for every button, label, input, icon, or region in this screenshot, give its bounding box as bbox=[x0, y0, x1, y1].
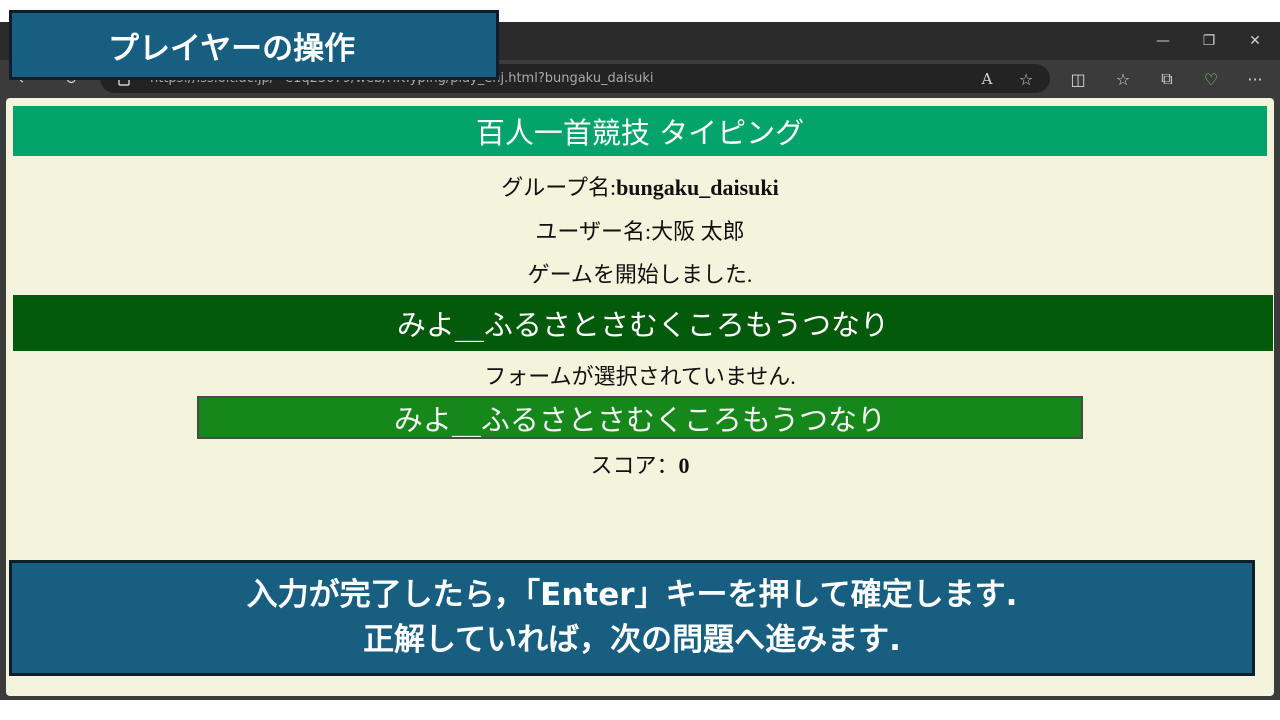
score-value: 0 bbox=[678, 453, 690, 478]
app-title: 百人一首競技 タイピング bbox=[13, 106, 1267, 156]
read-aloud-icon: A bbox=[981, 70, 993, 88]
score-line: スコア：0 bbox=[13, 448, 1267, 480]
close-button[interactable]: ✕ bbox=[1232, 22, 1278, 60]
group-label: グループ名: bbox=[501, 175, 617, 200]
user-label: ユーザー名: bbox=[535, 219, 652, 244]
form-status: フォームが選択されていません. bbox=[484, 364, 796, 389]
more-button[interactable]: ··· bbox=[1239, 60, 1271, 98]
favorites-button[interactable]: ☆ bbox=[1107, 60, 1139, 98]
minimize-button[interactable]: — bbox=[1140, 22, 1186, 60]
answer-input[interactable] bbox=[197, 396, 1083, 439]
collections-icon: ⧉ bbox=[1161, 69, 1173, 88]
more-icon: ··· bbox=[1247, 69, 1263, 89]
heart-pulse-icon: ♡ bbox=[1203, 69, 1219, 89]
split-screen-icon: ◫ bbox=[1070, 69, 1086, 89]
group-name: bungaku_daisuki bbox=[616, 175, 779, 200]
collections-button[interactable]: ⧉ bbox=[1151, 60, 1183, 98]
instruction-line-1: 入力が完了したら，「Enter」キーを押して確定します. bbox=[246, 577, 1018, 613]
restore-icon: ❐ bbox=[1202, 33, 1216, 49]
close-icon: ✕ bbox=[1249, 33, 1261, 49]
minimize-icon: — bbox=[1156, 33, 1170, 49]
browser-essentials-button[interactable]: ♡ bbox=[1195, 60, 1227, 98]
score-label: スコア： bbox=[590, 453, 679, 478]
favorite-button[interactable]: ☆ bbox=[1010, 60, 1042, 98]
favorites-list-icon: ☆ bbox=[1115, 69, 1131, 89]
user-line: ユーザー名:大阪 太郎 bbox=[13, 214, 1267, 246]
game-status: ゲームを開始しました. bbox=[527, 262, 753, 287]
star-icon: ☆ bbox=[1018, 69, 1034, 89]
restore-button[interactable]: ❐ bbox=[1186, 22, 1232, 60]
question-text: みよ__ふるさとさむくころもうつなり bbox=[13, 295, 1273, 351]
read-aloud-button[interactable]: A bbox=[971, 60, 1003, 98]
split-screen-button[interactable]: ◫ bbox=[1062, 60, 1094, 98]
group-line: グループ名:bungaku_daisuki bbox=[13, 170, 1267, 202]
user-name: 大阪 太郎 bbox=[651, 219, 745, 244]
overlay-title: プレイヤーの操作 bbox=[9, 10, 499, 80]
instruction-line-2: 正解していれば，次の問題へ進みます. bbox=[363, 622, 901, 658]
overlay-instructions: 入力が完了したら，「Enter」キーを押して確定します. 正解していれば，次の問… bbox=[9, 560, 1255, 676]
